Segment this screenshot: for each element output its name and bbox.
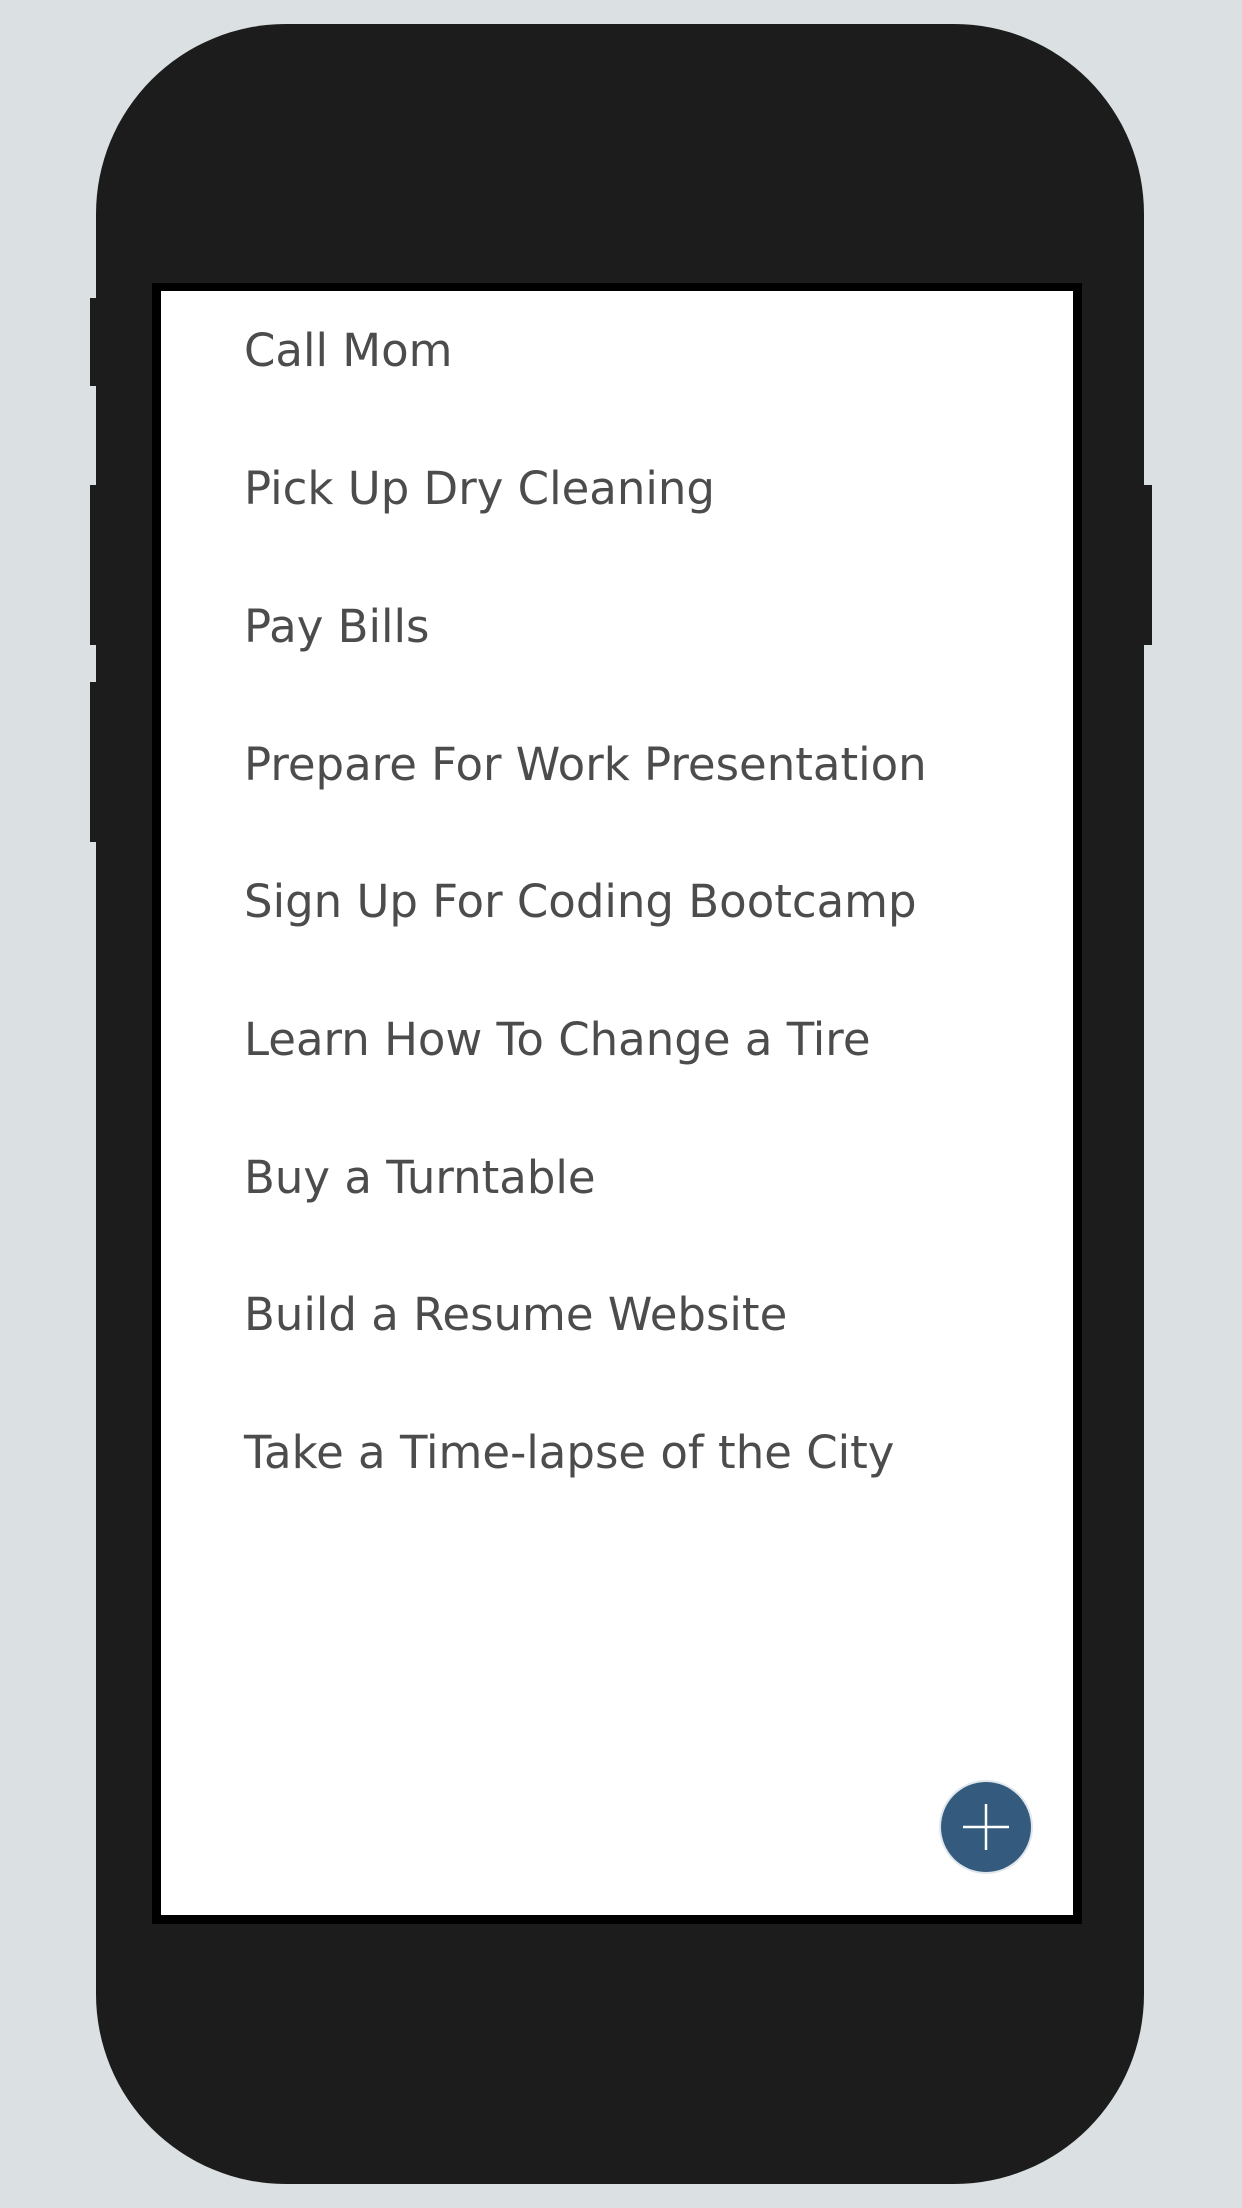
app-screen: Call Mom Pick Up Dry Cleaning Pay Bills … [161,291,1073,1915]
task-item[interactable]: Learn How To Change a Tire [244,1000,871,1080]
plus-icon [963,1804,1009,1850]
task-item[interactable]: Pay Bills [244,587,429,667]
add-task-button[interactable] [941,1782,1031,1872]
volume-down-button [90,682,104,842]
mute-switch [90,298,104,386]
task-item[interactable]: Take a Time-lapse of the City [244,1413,894,1493]
task-item[interactable]: Prepare For Work Presentation [244,725,927,805]
task-item[interactable]: Pick Up Dry Cleaning [244,449,715,529]
power-button [1136,485,1152,645]
task-item[interactable]: Build a Resume Website [244,1275,787,1355]
task-item[interactable]: Buy a Turntable [244,1138,596,1218]
task-item[interactable]: Sign Up For Coding Bootcamp [244,862,917,942]
volume-up-button [90,485,104,645]
task-item[interactable]: Call Mom [244,311,453,391]
